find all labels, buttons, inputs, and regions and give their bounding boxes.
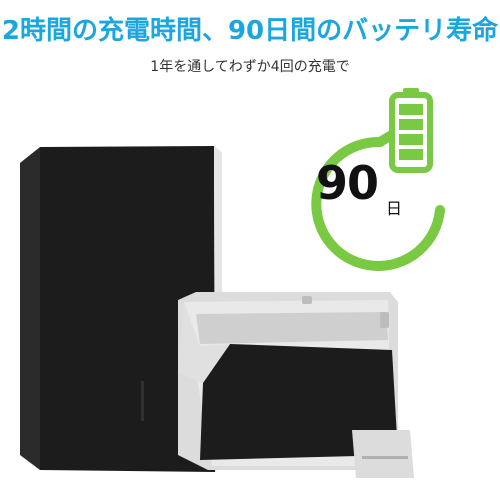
badge-number: 90 — [316, 156, 379, 210]
case-logo — [141, 381, 144, 421]
battery-bar-4 — [399, 149, 423, 160]
tablet-case — [178, 292, 414, 478]
battery-bar-3 — [399, 134, 423, 145]
badge-unit: 日 — [386, 199, 403, 218]
battery-bar-2 — [399, 119, 423, 130]
port-1 — [302, 296, 312, 304]
product-scene — [20, 88, 445, 478]
keyboard-keys — [362, 456, 408, 459]
battery-bar-1 — [399, 104, 423, 115]
port-2 — [380, 312, 389, 328]
frame-top-band — [196, 312, 388, 344]
battery-icon — [389, 88, 433, 173]
keyboard-edge — [352, 430, 414, 478]
case-spine — [20, 147, 40, 470]
